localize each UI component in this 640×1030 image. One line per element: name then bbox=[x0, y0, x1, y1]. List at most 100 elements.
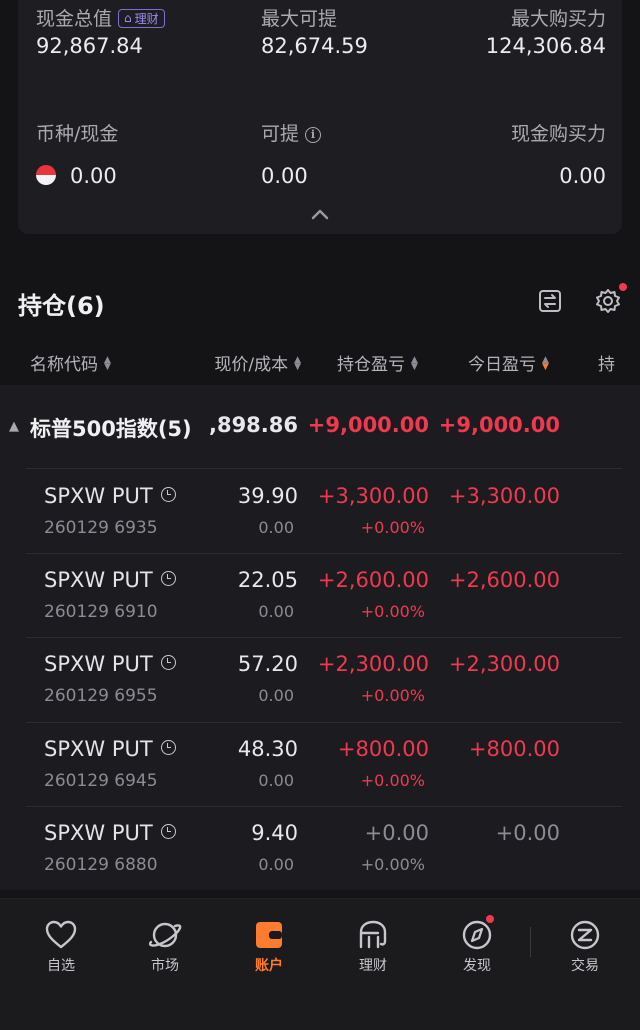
heart-icon bbox=[45, 920, 77, 949]
discover-notification-dot bbox=[486, 915, 494, 923]
elephant-icon bbox=[359, 920, 387, 949]
clock-icon bbox=[160, 487, 176, 502]
withdrawable-block: 可提 i bbox=[261, 119, 322, 146]
withdrawable-value: 0.00 bbox=[261, 164, 308, 188]
tab-wealth-label: 理财 bbox=[359, 958, 387, 974]
tab-trade-label: 交易 bbox=[571, 958, 599, 974]
column-header-more[interactable]: 持 bbox=[598, 350, 615, 376]
wealth-tag-label: 理财 bbox=[134, 11, 159, 26]
row-cost: 0.00 bbox=[258, 602, 294, 621]
clock-icon bbox=[160, 571, 176, 586]
planet-icon bbox=[148, 922, 182, 948]
compass-icon bbox=[462, 920, 492, 950]
row-price: 22.05 bbox=[237, 568, 298, 592]
table-row[interactable]: SPXW PUT 260129 6910 22.05 0.00 +2,600.0… bbox=[0, 555, 640, 639]
row-code: 260129 6945 bbox=[44, 771, 158, 791]
cash-total-value: 92,867.84 bbox=[36, 34, 143, 58]
row-name: SPXW PUT bbox=[44, 737, 176, 761]
tab-discover-label: 发现 bbox=[463, 958, 491, 974]
collapse-chevron-up-icon[interactable] bbox=[311, 208, 329, 220]
tab-account[interactable]: 账户 bbox=[229, 919, 309, 975]
table-row[interactable]: SPXW PUT 260129 6880 9.40 0.00 +0.00 +0.… bbox=[0, 808, 640, 892]
tab-favorites[interactable]: 自选 bbox=[21, 919, 101, 975]
tab-wealth[interactable]: 理财 bbox=[333, 919, 413, 975]
group-name: 标普500指数(5) bbox=[30, 417, 192, 441]
group-row[interactable]: ▲ 标普500指数(5) ,898.86 +9,000.00 +9,000.00 bbox=[0, 385, 640, 469]
row-divider bbox=[26, 468, 622, 469]
column-header-name[interactable]: 名称代码 ▲ ▼ bbox=[30, 350, 111, 376]
row-cost: 0.00 bbox=[258, 855, 294, 874]
row-cost: 0.00 bbox=[258, 518, 294, 537]
tab-account-label: 账户 bbox=[255, 958, 283, 974]
max-buying-value: 124,306.84 bbox=[485, 34, 606, 58]
max-withdraw-label: 最大可提 bbox=[261, 8, 338, 30]
column-pnl-label: 持仓盈亏 bbox=[337, 355, 405, 375]
sort-icon: ▲ ▼ bbox=[294, 355, 301, 372]
row-code: 260129 6955 bbox=[44, 686, 158, 706]
tab-discover[interactable]: 发现 bbox=[437, 915, 517, 975]
row-name: SPXW PUT bbox=[44, 652, 176, 676]
column-header-price-cost[interactable]: 现价/成本 ▲ ▼ bbox=[205, 350, 301, 376]
clock-icon bbox=[160, 824, 176, 839]
row-divider bbox=[26, 637, 622, 638]
row-pnl-pct: +0.00% bbox=[360, 855, 425, 874]
trade-icon bbox=[570, 920, 600, 950]
settings-notification-dot bbox=[619, 283, 627, 291]
row-pnl: +2,600.00 bbox=[317, 568, 429, 592]
wealth-tag[interactable]: ⌂ 理财 bbox=[118, 8, 165, 28]
tab-favorites-label: 自选 bbox=[47, 958, 75, 974]
row-cost: 0.00 bbox=[258, 686, 294, 705]
account-summary-card: 现金总值 ⌂ 理财 92,867.84 最大可提 82,674.59 最大购买力 1… bbox=[18, 0, 622, 234]
row-today: +2,600.00 bbox=[448, 568, 560, 592]
cash-buying-label: 现金购买力 bbox=[510, 123, 606, 145]
row-pnl-pct: +0.00% bbox=[360, 686, 425, 705]
tab-divider bbox=[530, 927, 531, 957]
table-row[interactable]: SPXW PUT 260129 6955 57.20 0.00 +2,300.0… bbox=[0, 639, 640, 723]
sort-active-icon: ▲ ▼ bbox=[542, 355, 549, 372]
info-icon[interactable]: i bbox=[305, 127, 322, 143]
row-name: SPXW PUT bbox=[44, 484, 176, 508]
clock-icon bbox=[160, 655, 176, 670]
row-price: 9.40 bbox=[251, 821, 298, 845]
row-pnl: +800.00 bbox=[337, 737, 429, 761]
currency-cash-value: 0.00 bbox=[70, 164, 117, 188]
column-name-label: 名称代码 bbox=[30, 355, 98, 375]
tab-market[interactable]: 市场 bbox=[125, 919, 205, 975]
max-withdraw-value: 82,674.59 bbox=[261, 34, 368, 58]
column-price-cost-label: 现价/成本 bbox=[214, 355, 289, 375]
row-code: 260129 6910 bbox=[44, 602, 158, 622]
wallet-icon bbox=[256, 922, 282, 948]
column-header-pnl[interactable]: 持仓盈亏 ▲ ▼ bbox=[337, 350, 418, 376]
row-price: 48.30 bbox=[237, 737, 298, 761]
group-pnl: +9,000.00 bbox=[307, 413, 429, 437]
row-pnl-pct: +0.00% bbox=[360, 771, 425, 790]
row-divider bbox=[26, 553, 622, 554]
sort-icon: ▲ ▼ bbox=[411, 355, 418, 372]
cash-total-block[interactable]: 现金总值 ⌂ 理财 bbox=[36, 4, 165, 31]
row-divider bbox=[26, 806, 622, 807]
row-divider bbox=[26, 722, 622, 723]
settings-gear-icon[interactable] bbox=[595, 288, 621, 314]
row-price: 57.20 bbox=[237, 652, 298, 676]
row-pnl: +0.00 bbox=[364, 821, 429, 845]
row-code: 260129 6935 bbox=[44, 518, 158, 538]
row-today: +800.00 bbox=[468, 737, 560, 761]
row-today: +2,300.00 bbox=[448, 652, 560, 676]
row-pnl-pct: +0.00% bbox=[360, 518, 425, 537]
switch-view-icon[interactable] bbox=[537, 288, 563, 314]
column-today-label: 今日盈亏 bbox=[468, 355, 536, 375]
tab-trade[interactable]: 交易 bbox=[545, 919, 625, 975]
row-pnl-pct: +0.00% bbox=[360, 602, 425, 621]
collapse-triangle-icon[interactable]: ▲ bbox=[9, 419, 19, 434]
row-price: 39.90 bbox=[237, 484, 298, 508]
currency-cash-row[interactable]: 0.00 bbox=[36, 164, 117, 188]
withdrawable-label: 可提 bbox=[261, 123, 300, 145]
wealth-tag-icon: ⌂ bbox=[124, 11, 132, 25]
table-row[interactable]: SPXW PUT 260129 6945 48.30 0.00 +800.00 … bbox=[0, 724, 640, 808]
column-header-today[interactable]: 今日盈亏 ▲ ▼ bbox=[468, 350, 549, 376]
positions-table: ▲ 标普500指数(5) ,898.86 +9,000.00 +9,000.00… bbox=[0, 385, 640, 890]
row-name: SPXW PUT bbox=[44, 821, 176, 845]
bottom-tab-bar: 自选 市场 账户 理财 发现 交易 bbox=[0, 898, 640, 1030]
max-buying-label: 最大购买力 bbox=[510, 8, 606, 30]
table-row[interactable]: SPXW PUT 260129 6935 39.90 0.00 +3,300.0… bbox=[0, 470, 640, 554]
